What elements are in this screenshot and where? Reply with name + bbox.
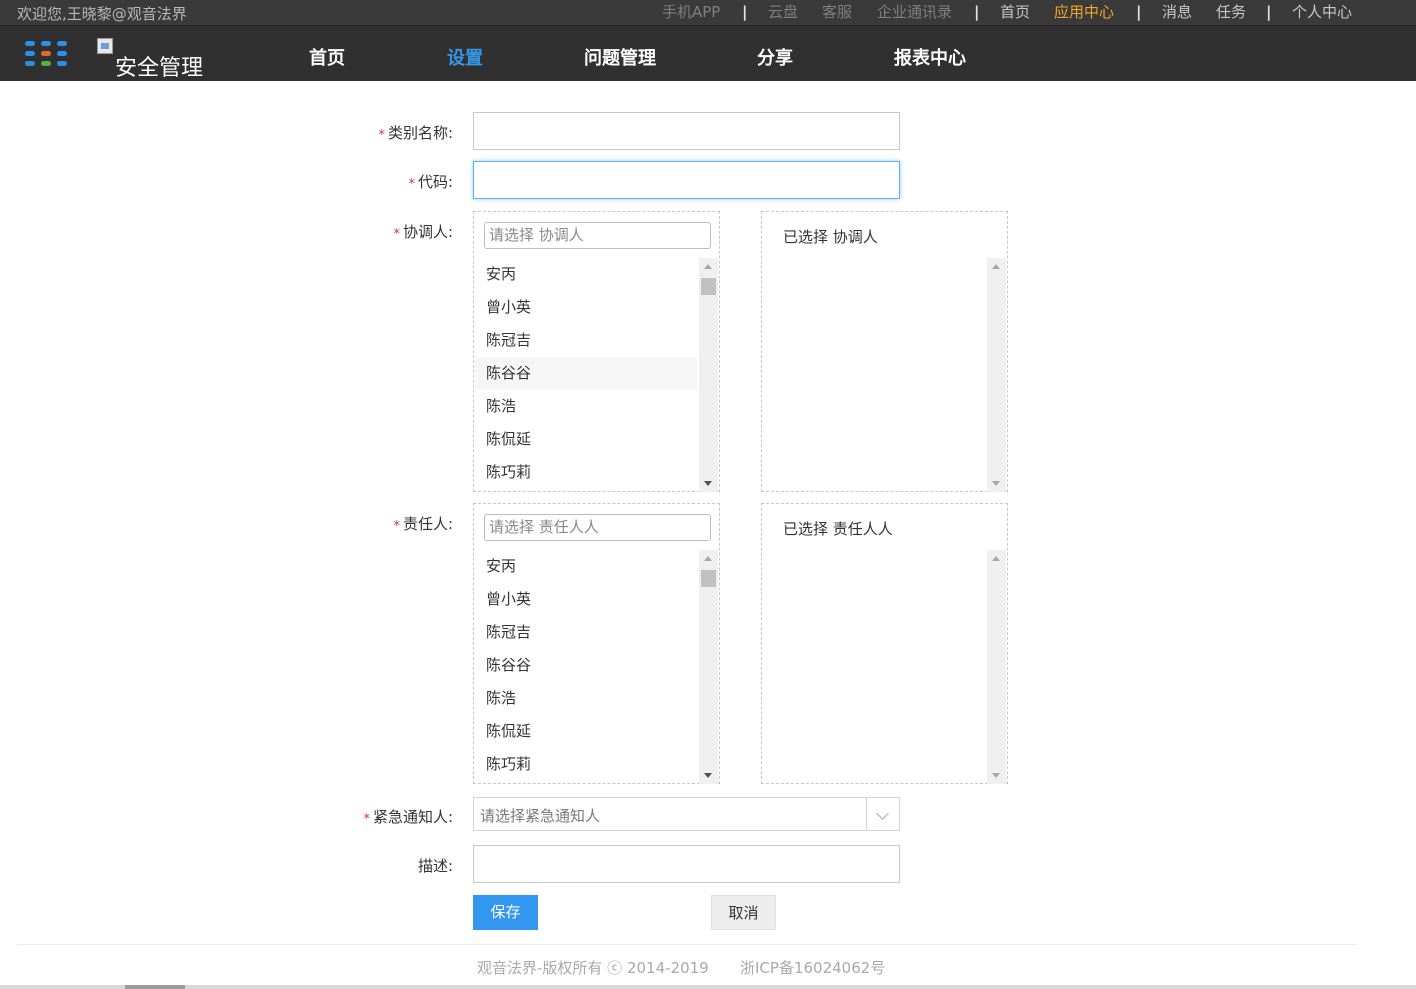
save-button[interactable]: 保存	[473, 895, 538, 930]
chevron-down-icon	[876, 807, 889, 820]
scrollbar[interactable]	[699, 550, 718, 784]
coordinator-options: 安丙 曾小英 陈冠吉 陈谷谷 陈浩 陈侃延 陈巧莉	[475, 258, 697, 491]
separator: |	[974, 3, 980, 21]
required-mark: *	[378, 128, 385, 143]
nav-item-settings[interactable]: 设置	[447, 48, 483, 70]
emergency-contact-select[interactable]: 请选择紧急通知人	[473, 797, 900, 831]
list-item[interactable]: 陈谷谷	[475, 357, 697, 390]
description-label: 描述:	[417, 857, 453, 875]
app-center-link[interactable]: 应用中心	[1054, 3, 1114, 21]
required-mark: *	[393, 519, 400, 534]
coordinator-selected-list: 已选择 协调人	[761, 211, 1008, 492]
cloud-disk-link[interactable]: 云盘	[768, 3, 798, 21]
contacts-link[interactable]: 企业通讯录	[877, 3, 952, 21]
responsible-selected-title: 已选择 责任人人	[783, 520, 893, 538]
separator: |	[1266, 3, 1272, 21]
list-item[interactable]: 曾小英	[475, 291, 697, 324]
list-item[interactable]: 陈冠吉	[475, 324, 697, 357]
list-item[interactable]: 陈浩	[475, 682, 697, 715]
messages-link[interactable]: 消息	[1162, 3, 1192, 21]
welcome-text: 欢迎您,王晓黎@观音法界	[17, 5, 187, 23]
scroll-thumb[interactable]	[701, 278, 716, 295]
footer-copyright: 观音法界-版权所有 ⓒ 2014-2019	[477, 959, 709, 977]
nav-item-report-center[interactable]: 报表中心	[894, 48, 966, 70]
list-item[interactable]: 陈浩	[475, 390, 697, 423]
separator: |	[742, 3, 748, 21]
scroll-up-icon[interactable]	[992, 264, 1000, 269]
responsible-selected-list: 已选择 责任人人	[761, 503, 1008, 784]
coordinator-candidate-list: 请选择 协调人 安丙 曾小英 陈冠吉 陈谷谷 陈浩 陈侃延 陈巧莉	[473, 211, 720, 492]
list-item[interactable]: 陈侃延	[475, 423, 697, 456]
separator: |	[1136, 3, 1142, 21]
customer-service-link[interactable]: 客服	[822, 3, 852, 21]
logo-alt-text: 安全管理	[115, 56, 204, 81]
app-logo[interactable]: 安全管理	[97, 38, 217, 81]
tasks-link[interactable]: 任务	[1216, 3, 1246, 21]
scrollbar[interactable]	[987, 550, 1006, 784]
required-mark: *	[393, 227, 400, 242]
scroll-down-icon[interactable]	[992, 481, 1000, 486]
mobile-app-link[interactable]: 手机APP	[662, 3, 720, 21]
footer-divider	[17, 944, 1357, 945]
dropdown-toggle[interactable]	[866, 798, 899, 830]
home-link[interactable]: 首页	[1000, 3, 1030, 21]
scroll-up-icon[interactable]	[704, 556, 712, 561]
code-input[interactable]	[473, 161, 900, 199]
coordinator-label: * 协调人:	[393, 223, 453, 242]
emergency-contact-placeholder: 请选择紧急通知人	[480, 807, 601, 825]
nav-item-issue-management[interactable]: 问题管理	[584, 48, 656, 70]
scroll-down-icon[interactable]	[704, 773, 712, 778]
list-item[interactable]: 安丙	[475, 258, 697, 291]
coordinator-selected-title: 已选择 协调人	[783, 228, 878, 246]
scroll-down-icon[interactable]	[992, 773, 1000, 778]
main-nav-bar: 安全管理 首页 设置 问题管理 分享 报表中心	[0, 25, 1416, 81]
list-item[interactable]: 陈侃延	[475, 715, 697, 748]
list-item[interactable]: 陈巧莉	[475, 456, 697, 489]
list-item[interactable]: 陈冠吉	[475, 616, 697, 649]
required-mark: *	[363, 812, 370, 827]
personal-center-link[interactable]: 个人中心	[1292, 3, 1352, 21]
scroll-down-icon[interactable]	[704, 481, 712, 486]
top-utility-bar: 欢迎您,王晓黎@观音法界 手机APP | 云盘 客服 企业通讯录 | 首页 应用…	[0, 0, 1416, 25]
description-input[interactable]	[473, 845, 900, 883]
scroll-thumb[interactable]	[125, 985, 185, 989]
list-item[interactable]: 陈巧莉	[475, 748, 697, 781]
scrollbar[interactable]	[699, 258, 718, 492]
responsible-search-input[interactable]: 请选择 责任人人	[484, 514, 711, 541]
responsible-options: 安丙 曾小英 陈冠吉 陈谷谷 陈浩 陈侃延 陈巧莉	[475, 550, 697, 783]
footer-icp[interactable]: 浙ICP备16024062号	[740, 957, 885, 978]
responsible-label: * 责任人:	[393, 515, 453, 534]
responsible-candidate-list: 请选择 责任人人 安丙 曾小英 陈冠吉 陈谷谷 陈浩 陈侃延 陈巧莉	[473, 503, 720, 784]
list-item[interactable]: 安丙	[475, 550, 697, 583]
list-item[interactable]: 曾小英	[475, 583, 697, 616]
code-label: * 代码:	[408, 173, 453, 192]
required-mark: *	[408, 177, 415, 192]
nav-item-home[interactable]: 首页	[309, 48, 345, 70]
category-name-input[interactable]	[473, 112, 900, 150]
scroll-up-icon[interactable]	[992, 556, 1000, 561]
category-name-label: * 类别名称:	[378, 124, 453, 143]
emergency-contact-label: * 紧急通知人:	[363, 808, 453, 827]
scrollbar[interactable]	[987, 258, 1006, 492]
list-item[interactable]: 陈谷谷	[475, 649, 697, 682]
cancel-button[interactable]: 取消	[711, 895, 776, 930]
nav-item-share[interactable]: 分享	[757, 48, 793, 70]
app-grid-icon[interactable]	[25, 41, 69, 67]
scroll-thumb[interactable]	[701, 570, 716, 587]
broken-image-icon	[97, 38, 113, 54]
scroll-up-icon[interactable]	[704, 264, 712, 269]
horizontal-scrollbar[interactable]	[0, 985, 1416, 989]
coordinator-search-input[interactable]: 请选择 协调人	[484, 222, 711, 249]
